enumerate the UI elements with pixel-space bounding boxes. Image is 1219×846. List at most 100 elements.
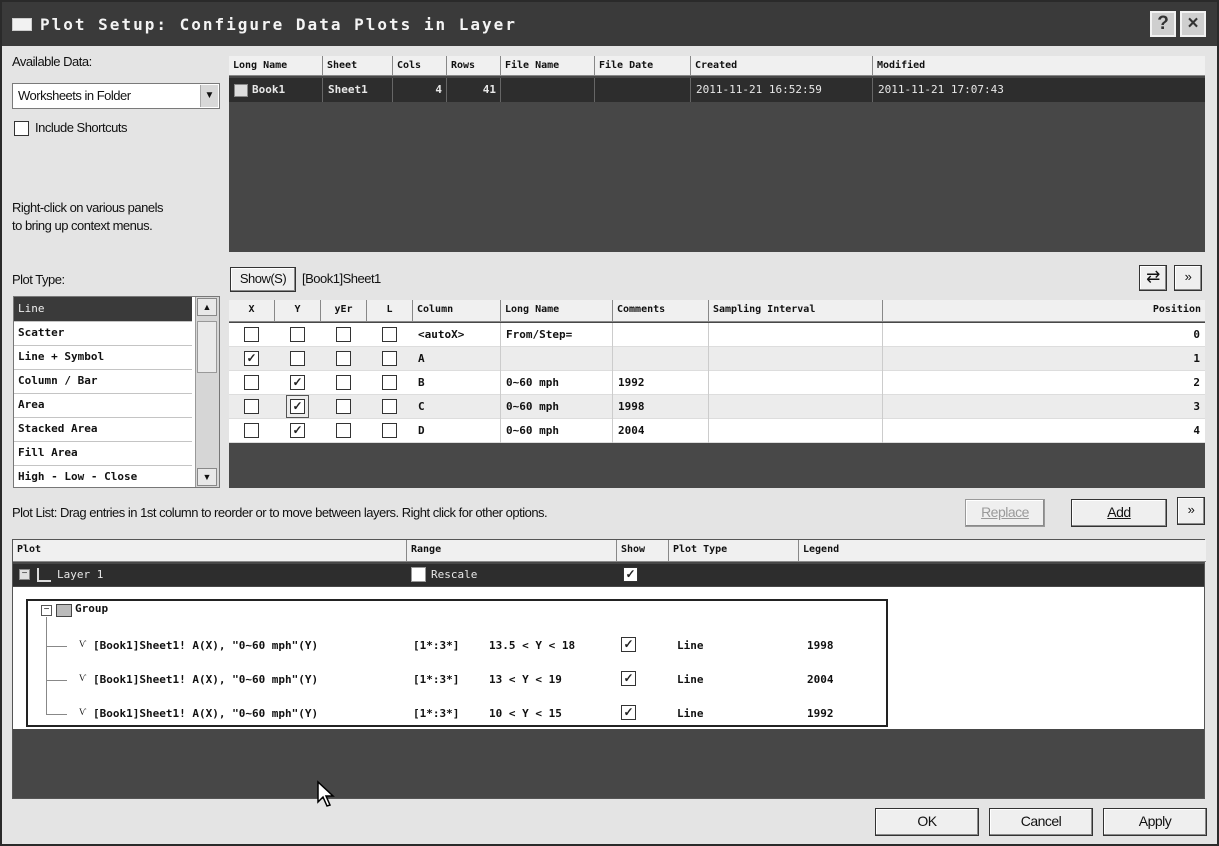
include-shortcuts-checkbox[interactable] xyxy=(14,121,29,136)
column-row[interactable]: <autoX> From/Step= 0 xyxy=(229,323,1205,347)
column-y-checkbox[interactable]: ✓ xyxy=(290,423,305,438)
col-header-comments[interactable]: Comments xyxy=(613,300,709,322)
column-x-checkbox[interactable] xyxy=(244,375,259,390)
plot-entry-row[interactable]: Ѵ [Book1]Sheet1! A(X), "0~60 mph"(Y) [1*:3… xyxy=(13,699,913,729)
scroll-up-icon[interactable]: ▲ xyxy=(197,298,217,316)
plot-tree[interactable]: − Group Ѵ [Book1]Sheet1! A(X), "0~60 mph"… xyxy=(13,587,1204,729)
col-header-modified[interactable]: Modified xyxy=(873,56,1205,76)
col-header-file-date[interactable]: File Date xyxy=(595,56,691,76)
plot-type-scrollbar[interactable]: ▲ ▼ xyxy=(195,297,219,487)
column-yer-checkbox[interactable] xyxy=(336,399,351,414)
col-header-sheet[interactable]: Sheet xyxy=(323,56,393,76)
plot-type-item[interactable]: Area xyxy=(14,393,192,418)
layer-show-checkbox[interactable]: ✓ xyxy=(623,567,638,582)
context-hint-line1: Right-click on various panels xyxy=(12,200,163,215)
column-yer-checkbox[interactable] xyxy=(336,375,351,390)
apply-button[interactable]: Apply xyxy=(1103,808,1207,836)
replace-button[interactable]: Replace xyxy=(965,499,1045,527)
column-y-checkbox[interactable] xyxy=(290,351,305,366)
plot-entry-row[interactable]: Ѵ [Book1]Sheet1! A(X), "0~60 mph"(Y) [1*:3… xyxy=(13,665,913,695)
plot-entry-row[interactable]: Ѵ [Book1]Sheet1! A(X), "0~60 mph"(Y) [1*:3… xyxy=(13,631,913,661)
layer-name: Layer 1 xyxy=(57,568,104,581)
col-header-cols[interactable]: Cols xyxy=(393,56,447,76)
plot-entry-show-checkbox[interactable]: ✓ xyxy=(621,671,636,686)
add-button[interactable]: Add xyxy=(1071,499,1167,527)
plot-type-item[interactable]: Line xyxy=(14,297,192,322)
col-header-legend[interactable]: Legend xyxy=(799,540,1206,562)
column-row[interactable]: ✓ C 0~60 mph 1998 3 xyxy=(229,395,1205,419)
plot-type-item[interactable]: Stacked Area xyxy=(14,417,192,442)
column-l-checkbox[interactable] xyxy=(382,327,397,342)
chevron-down-icon[interactable]: ▼ xyxy=(200,85,218,107)
col-header-x[interactable]: X xyxy=(229,300,275,322)
column-table[interactable]: X Y yEr L Column Long Name Comments Samp… xyxy=(229,300,1205,488)
column-yer-checkbox[interactable] xyxy=(336,423,351,438)
collapse-icon[interactable]: − xyxy=(19,569,30,580)
scroll-down-icon[interactable]: ▼ xyxy=(197,468,217,486)
book-row[interactable]: Book1 Sheet1 4 41 2011-11-21 16:52:59 20… xyxy=(229,78,1205,102)
plot-list-expand-icon[interactable]: » xyxy=(1177,497,1205,525)
window-icon xyxy=(12,18,32,31)
col-header-created[interactable]: Created xyxy=(691,56,873,76)
column-y-checkbox[interactable]: ✓ xyxy=(286,395,309,418)
column-yer-checkbox[interactable] xyxy=(336,327,351,342)
col-header-yer[interactable]: yEr xyxy=(321,300,367,322)
plot-setup-dialog: Plot Setup: Configure Data Plots in Laye… xyxy=(0,0,1219,846)
cancel-button[interactable]: Cancel xyxy=(989,808,1093,836)
double-chevron-down-icon[interactable]: » xyxy=(1174,265,1202,291)
plot-type-item[interactable]: High - Low - Close xyxy=(14,465,192,487)
column-l-checkbox[interactable] xyxy=(382,423,397,438)
plot-entry-show-checkbox[interactable]: ✓ xyxy=(621,705,636,720)
plot-list[interactable]: Plot Range Show Plot Type Legend − Layer… xyxy=(12,539,1206,799)
plot-entry-show-checkbox[interactable]: ✓ xyxy=(621,637,636,652)
column-x-checkbox[interactable] xyxy=(244,399,259,414)
plot-type-list[interactable]: Line Scatter Line + Symbol Column / Bar Area… xyxy=(13,296,220,488)
col-header-rows[interactable]: Rows xyxy=(447,56,501,76)
column-l-checkbox[interactable] xyxy=(382,351,397,366)
swap-icon[interactable]: ⇄ xyxy=(1139,265,1167,291)
col-header-sampling-interval[interactable]: Sampling Interval xyxy=(709,300,883,322)
col-header-position[interactable]: Position xyxy=(883,300,1205,322)
col-header-range[interactable]: Range xyxy=(407,540,617,562)
column-y-checkbox[interactable] xyxy=(290,327,305,342)
show-button[interactable]: Show(S) xyxy=(230,267,296,292)
column-x-checkbox[interactable]: ✓ xyxy=(244,351,259,366)
book-table[interactable]: Long Name Sheet Cols Rows File Name File… xyxy=(229,56,1205,252)
column-row[interactable]: ✓ A 1 xyxy=(229,347,1205,371)
group-collapse-icon[interactable]: − xyxy=(41,605,52,616)
scroll-thumb[interactable] xyxy=(197,321,217,373)
col-header-plot-type[interactable]: Plot Type xyxy=(669,540,799,562)
col-header-file-name[interactable]: File Name xyxy=(501,56,595,76)
title-bar[interactable]: Plot Setup: Configure Data Plots in Laye… xyxy=(2,2,1217,46)
rescale-checkbox[interactable] xyxy=(411,567,426,582)
column-y-checkbox[interactable]: ✓ xyxy=(290,375,305,390)
column-cell-comments: 1992 xyxy=(613,371,709,395)
plot-type-item[interactable]: Scatter xyxy=(14,321,192,346)
column-x-checkbox[interactable] xyxy=(244,327,259,342)
col-header-l[interactable]: L xyxy=(367,300,413,322)
col-header-col-long-name[interactable]: Long Name xyxy=(501,300,613,322)
plot-type-item[interactable]: Column / Bar xyxy=(14,369,192,394)
column-l-checkbox[interactable] xyxy=(382,375,397,390)
column-row[interactable]: ✓ B 0~60 mph 1992 2 xyxy=(229,371,1205,395)
col-header-plot[interactable]: Plot xyxy=(13,540,407,562)
help-button[interactable]: ? xyxy=(1150,11,1176,37)
column-x-checkbox[interactable] xyxy=(244,423,259,438)
col-header-show[interactable]: Show xyxy=(617,540,669,562)
col-header-y[interactable]: Y xyxy=(275,300,321,322)
col-header-column[interactable]: Column xyxy=(413,300,501,322)
line-plot-icon: Ѵ xyxy=(79,640,87,650)
column-row[interactable]: ✓ D 0~60 mph 2004 4 xyxy=(229,419,1205,443)
column-l-checkbox[interactable] xyxy=(382,399,397,414)
col-header-long-name[interactable]: Long Name xyxy=(229,56,323,76)
column-cell-position: 4 xyxy=(1193,424,1200,437)
ok-button[interactable]: OK xyxy=(875,808,979,836)
plot-type-item[interactable]: Line + Symbol xyxy=(14,345,192,370)
plot-type-item[interactable]: Fill Area xyxy=(14,441,192,466)
column-yer-checkbox[interactable] xyxy=(336,351,351,366)
plot-list-empty-area xyxy=(13,730,1204,798)
layer-row[interactable]: − Layer 1 Rescale ✓ xyxy=(13,564,1204,586)
plot-entry-type: Line xyxy=(677,707,704,720)
available-data-select[interactable]: Worksheets in Folder ▼ xyxy=(12,83,220,109)
close-button[interactable]: × xyxy=(1180,11,1206,37)
